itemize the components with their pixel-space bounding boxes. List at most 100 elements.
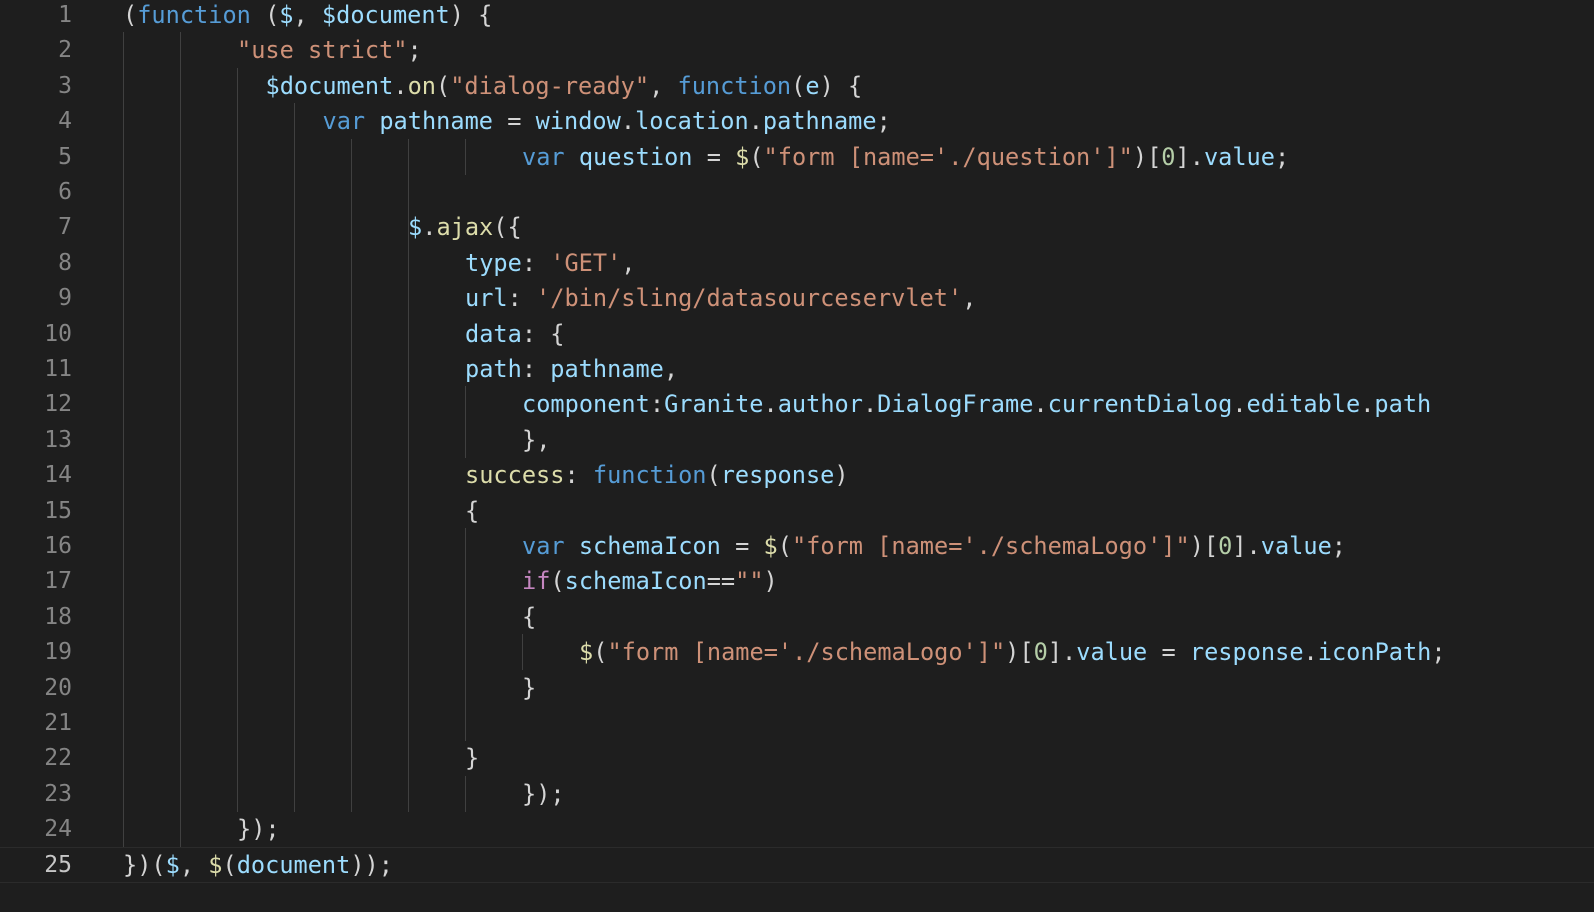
indent-guide — [237, 280, 238, 317]
indent-guide — [351, 386, 352, 423]
indent-guide — [180, 457, 181, 494]
code-line[interactable]: 4 var pathname = window.location.pathname… — [0, 103, 1594, 140]
indent-guide — [294, 280, 295, 317]
code-line[interactable]: 15 { — [0, 492, 1594, 529]
code-token: . — [620, 107, 636, 136]
code-line[interactable]: 9 url: '/bin/sling/datasourceservlet', — [0, 280, 1594, 317]
code-token: ( — [777, 532, 792, 560]
code-text: "use strict"; — [237, 32, 422, 68]
code-token: . — [1033, 390, 1048, 419]
indent-guide — [180, 280, 181, 317]
code-line[interactable]: 14 success: function(response) — [0, 457, 1594, 494]
code-line[interactable]: 11 path: pathname, — [0, 351, 1594, 387]
indent-guide — [294, 315, 295, 352]
indent-guide — [351, 244, 352, 281]
code-line[interactable]: 22} — [0, 740, 1594, 777]
code-token: . — [763, 390, 778, 419]
indent-guide — [294, 775, 295, 812]
code-token: , — [621, 248, 636, 277]
line-number: 5 — [58, 143, 72, 170]
line-number: 11 — [44, 356, 72, 382]
code-line[interactable]: 6 — [0, 174, 1594, 210]
code-token: if — [522, 567, 551, 596]
code-line[interactable]: 23}); — [0, 775, 1594, 812]
code-line[interactable]: 24}); — [0, 811, 1594, 848]
code-line[interactable]: 20} — [0, 669, 1594, 706]
indent-guide — [123, 634, 124, 671]
code-token: } — [522, 673, 537, 702]
code-line[interactable]: 5 var question = $("form [name='./questio… — [0, 138, 1594, 175]
line-number: 1 — [58, 2, 72, 28]
indent-guide — [180, 421, 181, 458]
code-token: , — [663, 355, 679, 383]
line-number: 25 — [44, 851, 72, 878]
indent-guide — [123, 457, 124, 494]
code-line[interactable]: 21 — [0, 705, 1594, 741]
indent-guide — [237, 705, 238, 741]
indent-guide — [123, 174, 124, 210]
indent-guide — [123, 32, 124, 69]
code-text: { — [465, 493, 479, 529]
code-token: data — [465, 319, 522, 348]
code-token: . — [1232, 390, 1247, 419]
code-token: { — [522, 602, 537, 631]
code-line[interactable]: 13}, — [0, 421, 1594, 458]
indent-guide — [123, 209, 124, 246]
code-token: ajax — [436, 213, 494, 242]
code-token: )[ — [1132, 142, 1162, 171]
code-token: }); — [237, 815, 280, 844]
indent-guide — [123, 775, 124, 812]
indent-guide — [237, 740, 238, 777]
code-token: ( — [123, 1, 138, 29]
indent-guide — [180, 351, 181, 387]
code-token: ]. — [1047, 638, 1077, 667]
line-number: 8 — [58, 249, 72, 276]
indent-guide — [123, 740, 124, 777]
indent-guide — [351, 315, 352, 352]
indent-guide — [180, 634, 181, 671]
code-text: var question = $("form [name='./question… — [522, 139, 1289, 175]
code-line[interactable]: 18 { — [0, 598, 1594, 635]
indent-guide — [237, 67, 238, 104]
indent-guide — [237, 457, 238, 494]
code-line[interactable]: 25})($, $(document)); — [0, 846, 1594, 883]
code-token: var — [322, 107, 366, 136]
indent-guide — [237, 209, 238, 246]
indent-guide — [351, 598, 352, 635]
indent-guide — [180, 598, 181, 635]
indent-guide — [408, 634, 409, 671]
code-line[interactable]: 3 $document.on("dialog-ready", function(e… — [0, 67, 1594, 104]
code-line[interactable]: 17 if(schemaIcon=="") — [0, 563, 1594, 600]
code-line[interactable]: 16 var schemaIcon = $("form [name='./sche… — [0, 528, 1594, 564]
code-token: . — [862, 390, 878, 419]
code-line[interactable]: 7 $.ajax({ — [0, 209, 1594, 246]
indent-guide — [408, 351, 409, 387]
indent-guide — [351, 351, 352, 387]
indent-guide — [465, 563, 466, 600]
code-token: )[ — [1005, 638, 1034, 667]
indent-guide — [237, 315, 238, 352]
indent-guide — [351, 457, 352, 494]
code-token: = — [720, 532, 764, 560]
code-line[interactable]: 2 "use strict"; — [0, 32, 1594, 69]
code-text: }); — [522, 776, 565, 812]
code-text: (function ($, $document) { — [123, 0, 492, 33]
code-editor[interactable]: 1 (function ($, $document) {2 "use strict"… — [0, 0, 1594, 912]
line-number: 3 — [58, 72, 72, 99]
indent-guide — [351, 209, 352, 246]
code-line[interactable]: 19 $("form [name='./schemaLogo']")[0].val… — [0, 634, 1594, 671]
code-line[interactable]: 8 type: 'GET', — [0, 244, 1594, 281]
code-line[interactable]: 1 (function ($, $document) { — [0, 0, 1594, 33]
indent-guide — [180, 492, 181, 529]
code-token: $ — [279, 1, 294, 29]
indent-guide — [408, 598, 409, 635]
code-token: $ — [208, 850, 223, 879]
code-line[interactable]: 10 data: { — [0, 315, 1594, 352]
indent-guide — [180, 32, 181, 69]
code-token: response — [1189, 638, 1304, 667]
code-token: ) { — [819, 71, 863, 100]
indent-guide — [408, 669, 409, 706]
code-token: '/bin/sling/datasourceservlet' — [536, 284, 963, 313]
code-line[interactable]: 12 component:Granite.author.DialogFrame.c… — [0, 386, 1594, 423]
